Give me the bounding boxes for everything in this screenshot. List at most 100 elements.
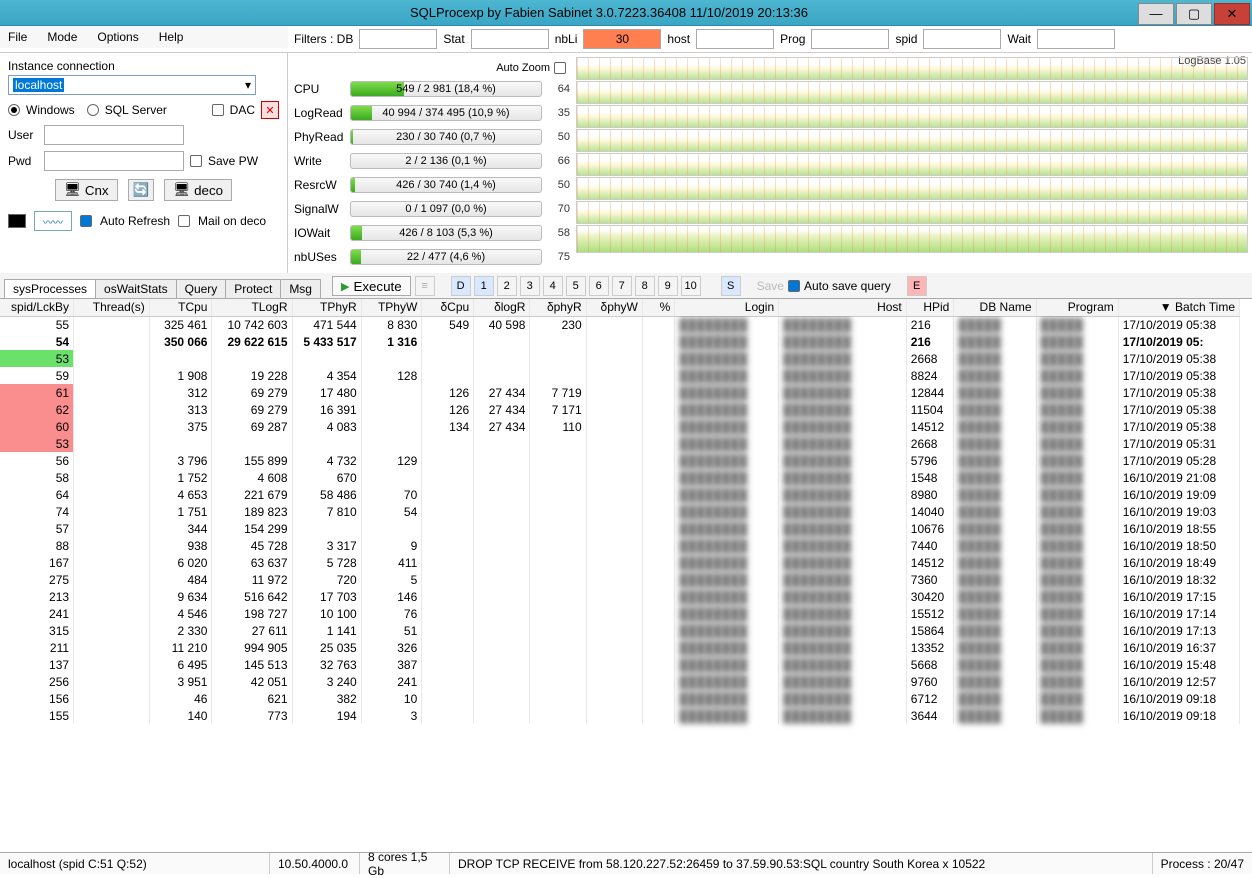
refresh-button[interactable]: 🔄 (128, 179, 155, 201)
tab-query[interactable]: Query (176, 279, 227, 298)
table-row[interactable]: 57344154 299████████████████10676███████… (0, 520, 1240, 537)
wave-icon[interactable]: 〰〰 (34, 211, 72, 231)
radio-windows[interactable] (8, 104, 20, 116)
table-row[interactable]: 581 7524 608670████████████████1548█████… (0, 469, 1240, 486)
tab-sysprocesses[interactable]: sysProcesses (4, 279, 96, 298)
col-1[interactable]: Thread(s) (74, 299, 150, 316)
filter-db-input[interactable] (359, 29, 437, 49)
tab-oswaitstats[interactable]: osWaitStats (95, 279, 177, 298)
maximize-button[interactable]: ▢ (1176, 3, 1212, 25)
user-input[interactable] (44, 125, 184, 145)
col-5[interactable]: TPhyW (361, 299, 422, 316)
table-row[interactable]: 6231369 27916 39112627 4347 171█████████… (0, 401, 1240, 418)
cnx-button[interactable]: 🖥 Cnx (55, 179, 118, 201)
col-2[interactable]: TCpu (149, 299, 212, 316)
table-row[interactable]: 6131269 27917 48012627 4347 719█████████… (0, 384, 1240, 401)
col-11[interactable]: Login (675, 299, 779, 316)
table-row[interactable]: 8893845 7283 3179████████████████7440███… (0, 537, 1240, 554)
table-row[interactable]: 591 90819 2284 354128████████████████882… (0, 367, 1240, 384)
table-row[interactable]: 2563 95142 0513 240241████████████████97… (0, 673, 1240, 690)
slot-button-9[interactable]: 9 (658, 276, 678, 296)
filter-stat-input[interactable] (471, 29, 549, 49)
deco-button[interactable]: 🖥 deco (164, 179, 232, 201)
table-row[interactable]: 53████████████████2668██████████17/10/20… (0, 350, 1240, 367)
table-row[interactable]: 55325 46110 742 603471 5448 83054940 598… (0, 316, 1240, 333)
col-7[interactable]: δlogR (474, 299, 530, 316)
autorefresh-checkbox[interactable] (80, 215, 92, 227)
pause-button[interactable]: ≡ (415, 276, 435, 296)
table-row[interactable]: 563 796155 8994 732129████████████████57… (0, 452, 1240, 469)
col-6[interactable]: δCpu (422, 299, 474, 316)
tab-protect[interactable]: Protect (225, 279, 281, 298)
table-row[interactable]: 1551407731943████████████████3644███████… (0, 707, 1240, 724)
col-9[interactable]: δphyW (586, 299, 642, 316)
slot-button-6[interactable]: 6 (589, 276, 609, 296)
table-row[interactable]: 644 653221 67958 48670████████████████89… (0, 486, 1240, 503)
e-button[interactable]: E (907, 276, 927, 296)
slot-button-1[interactable]: 1 (474, 276, 494, 296)
graph-ResrcW (576, 153, 1248, 176)
table-row[interactable]: 741 751189 8237 81054████████████████140… (0, 503, 1240, 520)
mailondeco-checkbox[interactable] (178, 215, 190, 227)
slot-button-3[interactable]: 3 (520, 276, 540, 296)
table-row[interactable]: 21111 210994 90525 035326███████████████… (0, 639, 1240, 656)
col-8[interactable]: δphyR (530, 299, 586, 316)
col-14[interactable]: DB Name (954, 299, 1036, 316)
table-row[interactable]: 2139 634516 64217 703146████████████████… (0, 588, 1240, 605)
table-row[interactable]: 1564662138210████████████████6712███████… (0, 690, 1240, 707)
color-swatch[interactable] (8, 214, 26, 228)
col-16[interactable]: ▼ Batch Time (1118, 299, 1239, 316)
table-row[interactable]: 1376 495145 51332 763387████████████████… (0, 656, 1240, 673)
slot-button-2[interactable]: 2 (497, 276, 517, 296)
table-row[interactable]: 27548411 9727205████████████████7360████… (0, 571, 1240, 588)
slot-button-7[interactable]: 7 (612, 276, 632, 296)
table-row[interactable]: 2414 546198 72710 10076████████████████1… (0, 605, 1240, 622)
filter-label-spid: spid (895, 32, 917, 46)
s-button[interactable]: S (721, 276, 741, 296)
table-row[interactable]: 1676 02063 6375 728411████████████████14… (0, 554, 1240, 571)
menu-mode[interactable]: Mode (47, 30, 77, 44)
execute-button[interactable]: ▶Execute (332, 276, 411, 296)
metric-label-SignalW: SignalW (294, 202, 350, 216)
col-12[interactable]: Host (779, 299, 907, 316)
table-row[interactable]: 6037569 2874 08313427 434110████████████… (0, 418, 1240, 435)
menu-help[interactable]: Help (159, 30, 184, 44)
pwd-input[interactable] (44, 151, 184, 171)
minimize-button[interactable]: — (1138, 3, 1174, 25)
clear-button[interactable]: ✕ (261, 101, 279, 119)
autozoom-checkbox[interactable] (554, 62, 566, 74)
filter-prog-input[interactable] (811, 29, 889, 49)
filter-label-wait: Wait (1007, 32, 1031, 46)
menu-file[interactable]: File (8, 30, 27, 44)
instance-combo[interactable]: localhost ▾ (8, 75, 256, 95)
table-row[interactable]: 3152 33027 6111 14151████████████████158… (0, 622, 1240, 639)
tab-msg[interactable]: Msg (280, 279, 321, 298)
status-process: Process : 20/47 (1153, 853, 1252, 874)
slot-button-5[interactable]: 5 (566, 276, 586, 296)
table-row[interactable]: 53████████████████2668██████████17/10/20… (0, 435, 1240, 452)
autosave-checkbox[interactable] (788, 280, 800, 292)
slot-button-8[interactable]: 8 (635, 276, 655, 296)
col-10[interactable]: % (642, 299, 674, 316)
col-3[interactable]: TLogR (212, 299, 292, 316)
radio-sqlserver[interactable] (87, 104, 99, 116)
slot-button-10[interactable]: 10 (681, 276, 701, 296)
filter-host-input[interactable] (696, 29, 774, 49)
process-grid[interactable]: spid/LckByThread(s)TCpuTLogRTPhyRTPhyWδC… (0, 299, 1252, 855)
close-button[interactable]: ✕ (1214, 3, 1250, 25)
dac-checkbox[interactable] (212, 104, 224, 116)
filter-wait-input[interactable] (1037, 29, 1115, 49)
window-titlebar: SQLProcexp by Fabien Sabinet 3.0.7223.36… (0, 0, 1252, 26)
filter-nbli-input[interactable]: 30 (583, 29, 661, 49)
metric-meter-IOWait: 426 / 8 103 (5,3 %) (350, 225, 542, 241)
table-row[interactable]: 54350 06629 622 6155 433 5171 316███████… (0, 333, 1240, 350)
menu-options[interactable]: Options (97, 30, 138, 44)
filter-spid-input[interactable] (923, 29, 1001, 49)
savepw-checkbox[interactable] (190, 155, 202, 167)
slot-button-4[interactable]: 4 (543, 276, 563, 296)
slot-button-D[interactable]: D (451, 276, 471, 296)
col-0[interactable]: spid/LckBy (0, 299, 74, 316)
col-13[interactable]: HPid (906, 299, 954, 316)
col-4[interactable]: TPhyR (292, 299, 361, 316)
col-15[interactable]: Program (1036, 299, 1118, 316)
